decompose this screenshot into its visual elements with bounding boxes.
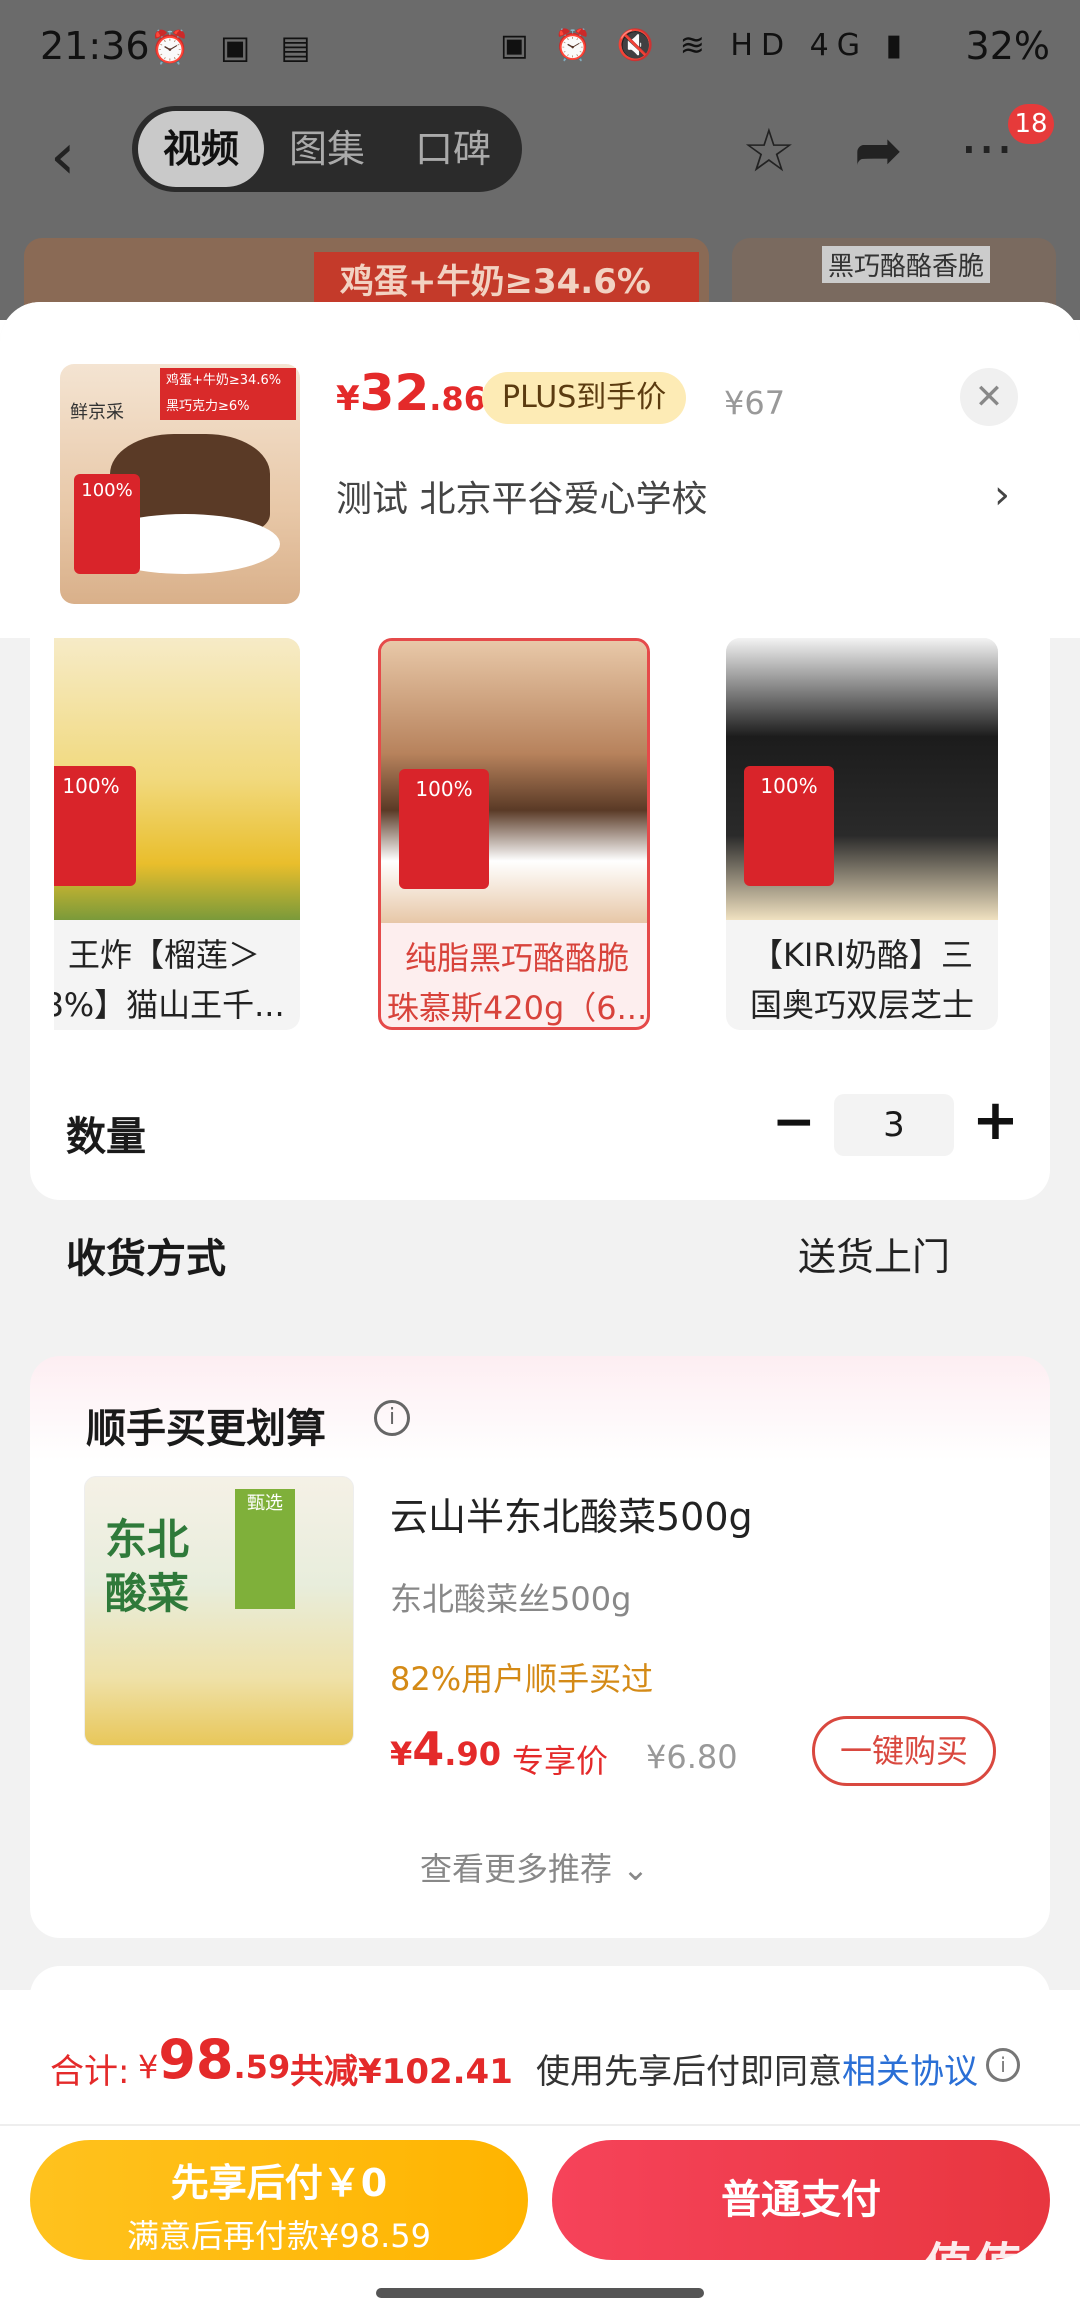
status-bar: 21:36 ⏰ ▣ ▤ ▣ ⏰ 🔇 ≋ HD 4G ▮ 32% [0, 0, 1080, 96]
recommend-price: ¥4.90 [390, 1722, 501, 1776]
agreement-link[interactable]: 相关协议 [842, 2044, 978, 2093]
recommend-original-price: ¥6.80 [646, 1738, 738, 1776]
variant-card[interactable]: 100% 【KIRI奶酪】三 国奥巧双层芝士 [726, 638, 998, 1030]
product-thumbnail: 鸡蛋+牛奶≥34.6% 黑巧克力≥6% 鲜京采 100% [60, 364, 300, 604]
recommend-title: 顺手买更划算 [86, 1406, 326, 1452]
recommend-product-image[interactable]: 东北 酸菜 甄选 [84, 1476, 354, 1746]
agreement-info-icon[interactable]: i [986, 2048, 1020, 2082]
original-price: ¥67 [724, 384, 786, 422]
pay-later-button[interactable]: 先享后付￥0 满意后再付款¥98.59 [30, 2140, 528, 2260]
variant-name: 【KIRI奶酪】三 国奥巧双层芝士 [749, 936, 974, 1024]
quantity-input[interactable]: 3 [834, 1094, 954, 1156]
delivery-address[interactable]: 测试 北京平谷爱心学校 [336, 470, 707, 522]
info-icon[interactable]: i [374, 1400, 410, 1436]
pay-later-label: 先享后付￥0 [170, 2161, 388, 2205]
view-more-recommend[interactable]: 查看更多推荐 ⌄ [420, 1844, 649, 1890]
thumb-tag: 100% [74, 474, 140, 574]
tab-gallery[interactable]: 图集 [264, 106, 390, 192]
variant-name: 纯脂黑巧酪酪脆 珠慕斯420g（6... [386, 939, 648, 1027]
home-indicator[interactable] [376, 2288, 704, 2298]
variant-name: 王炸【榴莲＞ 8%】猫山王千... [54, 936, 285, 1024]
battery-level: 32% [965, 24, 1050, 68]
variant-card[interactable]: 100% 王炸【榴莲＞ 8%】猫山王千... [54, 638, 300, 1030]
product-price: ¥32.86 [336, 364, 486, 422]
media-tab-switch: 视频 图集 口碑 [132, 106, 522, 192]
shipping-label: 收货方式 [66, 1236, 226, 1282]
site-watermark: 值值值 zhizhizhi.com [924, 2238, 1075, 2316]
agreement-text: 使用先享后付即同意 [536, 2052, 842, 2092]
brand-logo: 鲜京采 [70, 402, 124, 423]
recommend-product-spec: 东北酸菜丝500g [390, 1580, 632, 1618]
total-label: 合计: [50, 2052, 130, 2092]
one-click-buy-button[interactable]: 一键购买 [812, 1716, 996, 1786]
recommend-product-name[interactable]: 云山半东北酸菜500g [390, 1486, 753, 1541]
share-icon[interactable]: ➦ [854, 116, 903, 184]
status-left-icons: ⏰ ▣ ▤ [150, 28, 321, 66]
recommend-price-label: 专享价 [512, 1742, 609, 1780]
quantity-minus-button[interactable]: − [772, 1092, 816, 1152]
total-price: ¥98.59 [138, 2028, 291, 2091]
banner-title: 黑巧酪酪香脆 [822, 246, 991, 283]
close-icon[interactable]: ✕ [960, 368, 1018, 426]
tab-video[interactable]: 视频 [138, 111, 264, 187]
favorite-star-icon[interactable]: ☆ [742, 116, 796, 186]
divider [0, 2124, 1080, 2126]
cart-badge: 18 [1008, 104, 1054, 144]
status-time: 21:36 [40, 24, 150, 68]
thumb-ribbon: 鸡蛋+牛奶≥34.6% 黑巧克力≥6% [160, 368, 296, 420]
chevron-right-icon[interactable]: › [994, 472, 1010, 518]
recommend-social-proof: 82%用户顺手买过 [390, 1660, 654, 1698]
more-icon[interactable]: ··· [960, 118, 1013, 183]
variant-image: 100% [726, 638, 998, 920]
tab-reviews[interactable]: 口碑 [390, 106, 516, 192]
back-chevron-icon[interactable]: ‹ [50, 120, 76, 194]
quantity-label: 数量 [66, 1114, 146, 1160]
pay-later-sublabel: 满意后再付款¥98.59 [127, 2217, 431, 2255]
variant-image: 100% [54, 638, 300, 920]
variant-carousel: 100% 王炸【榴莲＞ 8%】猫山王千... 100% 纯脂黑巧酪酪脆 珠慕斯4… [54, 638, 1002, 1030]
shipping-method[interactable]: 送货上门 [798, 1226, 950, 1281]
plus-price-tag: PLUS到手价 [482, 372, 687, 424]
status-right-icons: ▣ ⏰ 🔇 ≋ HD 4G ▮ [500, 28, 910, 63]
quantity-plus-button[interactable]: + [972, 1088, 1019, 1153]
total-discount: 共减¥102.41 [290, 2052, 513, 2092]
variant-card-selected[interactable]: 100% 纯脂黑巧酪酪脆 珠慕斯420g（6... [378, 638, 650, 1030]
variant-image: 100% [381, 641, 647, 923]
